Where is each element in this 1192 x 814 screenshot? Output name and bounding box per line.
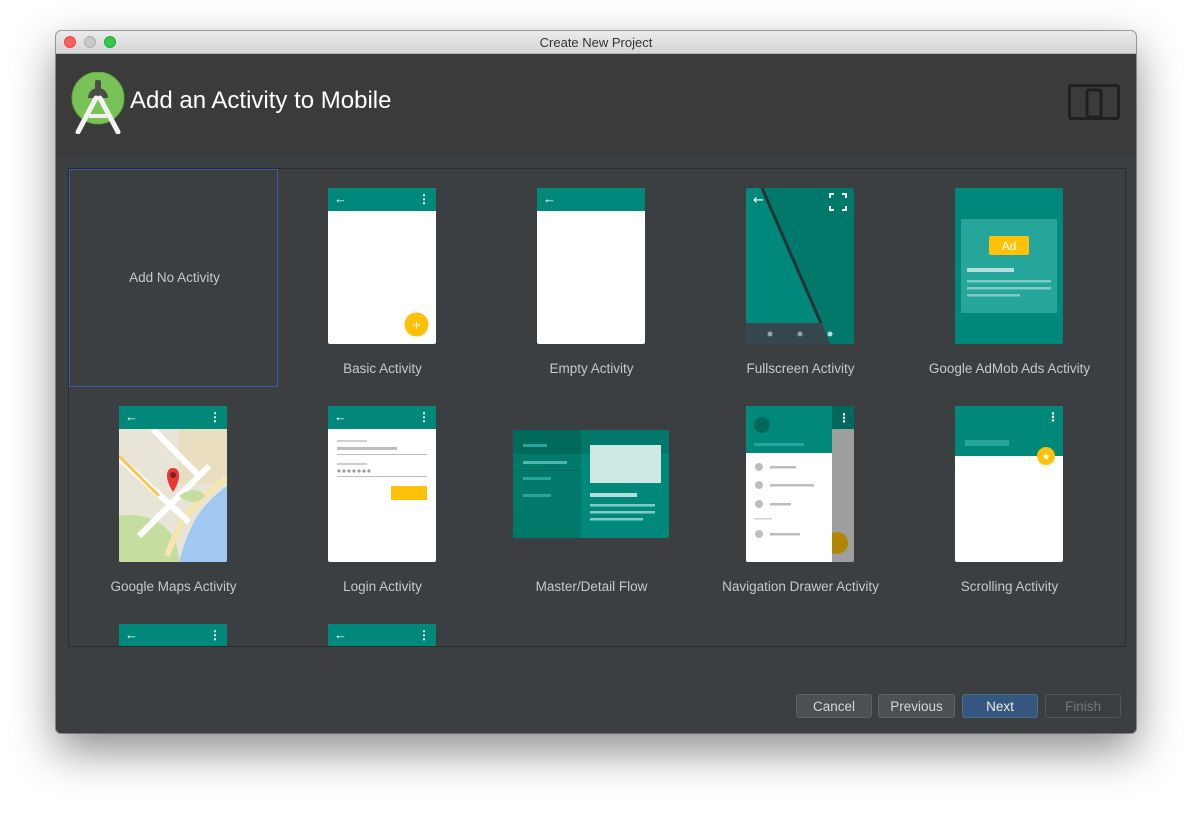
svg-text:←: ← xyxy=(753,193,764,208)
template-label: Add No Activity xyxy=(129,270,220,285)
app-bar: ← ⋮ xyxy=(328,624,436,646)
page-title: Add an Activity to Mobile xyxy=(130,87,392,114)
template-thumbnail: ← ⋮ xyxy=(328,624,436,646)
master-detail-preview-graphic xyxy=(513,430,669,538)
template-navigation-drawer-activity[interactable]: ⋮ Navigation Drawer Activity xyxy=(696,387,905,605)
android-studio-logo-icon xyxy=(71,72,125,134)
template-label: Google AdMob Ads Activity xyxy=(928,361,1091,376)
title-bar: Create New Project xyxy=(56,31,1136,54)
cancel-button[interactable]: Cancel xyxy=(796,694,872,718)
fab-icon: + xyxy=(404,312,429,337)
wizard-content: Add No Activity ← ⋮ + Basic Activity ← E… xyxy=(56,156,1136,733)
template-thumbnail: ⋮ xyxy=(746,406,854,562)
wizard-header: Add an Activity to Mobile xyxy=(56,54,1136,156)
scrolling-preview-graphic: ⋮ ★ xyxy=(955,406,1063,465)
svg-text:★: ★ xyxy=(1042,452,1051,463)
overflow-menu-icon: ⋮ xyxy=(418,628,430,642)
next-button[interactable]: Next xyxy=(962,694,1038,718)
template-label: Master/Detail Flow xyxy=(535,579,648,594)
template-label: Navigation Drawer Activity xyxy=(722,579,879,594)
template-admob-ads-activity[interactable]: Ad Google AdMob Ads Activity xyxy=(905,169,1114,387)
app-bar: ← xyxy=(537,188,645,211)
template-master-detail-flow[interactable]: Master/Detail Flow xyxy=(487,387,696,605)
template-scrolling-activity[interactable]: ⋮ ★ Scrolling Activity xyxy=(905,387,1114,605)
back-arrow-icon: ← xyxy=(543,191,556,206)
template-thumbnail: ⋮ ★ xyxy=(955,406,1063,562)
overflow-menu-icon: ⋮ xyxy=(418,192,430,206)
template-label: Scrolling Activity xyxy=(960,579,1059,594)
template-thumbnail: ← xyxy=(746,188,854,344)
back-arrow-icon: ← xyxy=(334,191,347,206)
back-arrow-icon: ← xyxy=(334,627,347,642)
map-preview-graphic xyxy=(119,426,227,562)
back-arrow-icon: ← xyxy=(125,627,138,642)
template-label: Empty Activity xyxy=(549,361,634,376)
app-bar: ← ⋮ xyxy=(119,406,227,429)
template-thumbnail: ← ⋮ + xyxy=(328,188,436,344)
template-empty-activity[interactable]: ← Empty Activity xyxy=(487,169,696,387)
template-google-maps-activity[interactable]: ← ⋮ Google Maps Activity xyxy=(69,387,278,605)
finish-button[interactable]: Finish xyxy=(1045,694,1121,718)
window-title: Create New Project xyxy=(539,35,653,50)
overflow-menu-icon: ⋮ xyxy=(209,628,221,642)
template-label: Fullscreen Activity xyxy=(746,361,855,376)
template-add-no-activity[interactable]: Add No Activity xyxy=(69,169,278,387)
template-thumbnail: Ad xyxy=(955,188,1063,344)
template-gallery[interactable]: Add No Activity ← ⋮ + Basic Activity ← E… xyxy=(68,168,1126,647)
fullscreen-preview-graphic: ← xyxy=(746,188,854,344)
back-arrow-icon: ← xyxy=(125,409,138,424)
svg-text:+: + xyxy=(412,319,421,332)
phone-tablet-icon xyxy=(1068,84,1120,120)
svg-text:⋮: ⋮ xyxy=(1047,410,1059,424)
template-fullscreen-activity[interactable]: ← Fullscreen Activity xyxy=(696,169,905,387)
template-partial-row-1[interactable]: ← ⋮ xyxy=(69,605,278,646)
ad-badge: Ad xyxy=(1002,239,1017,253)
template-basic-activity[interactable]: ← ⋮ + Basic Activity xyxy=(278,169,487,387)
template-thumbnail: ← xyxy=(537,188,645,344)
app-bar: ← ⋮ xyxy=(328,188,436,211)
template-thumbnail: ← ⋮ xyxy=(119,406,227,562)
template-label: Basic Activity xyxy=(343,361,422,376)
template-label: Login Activity xyxy=(343,579,422,594)
app-bar: ← ⋮ xyxy=(119,624,227,646)
ad-card-graphic: Ad xyxy=(961,219,1057,313)
template-label: Google Maps Activity xyxy=(110,579,237,594)
overflow-menu-icon: ⋮ xyxy=(209,410,221,424)
template-thumbnail: ← ⋮ xyxy=(119,624,227,646)
nav-drawer-graphic: ⋮ xyxy=(746,406,854,562)
template-login-activity[interactable]: ← ⋮ Login Activity xyxy=(278,387,487,605)
create-new-project-window: Create New Project Add an Activity to Mo… xyxy=(56,31,1136,733)
previous-button[interactable]: Previous xyxy=(878,694,955,718)
login-form-graphic xyxy=(337,440,427,500)
svg-text:⋮: ⋮ xyxy=(838,411,850,425)
template-thumbnail: ← ⋮ xyxy=(328,406,436,562)
template-partial-row-2[interactable]: ← ⋮ xyxy=(278,605,487,646)
